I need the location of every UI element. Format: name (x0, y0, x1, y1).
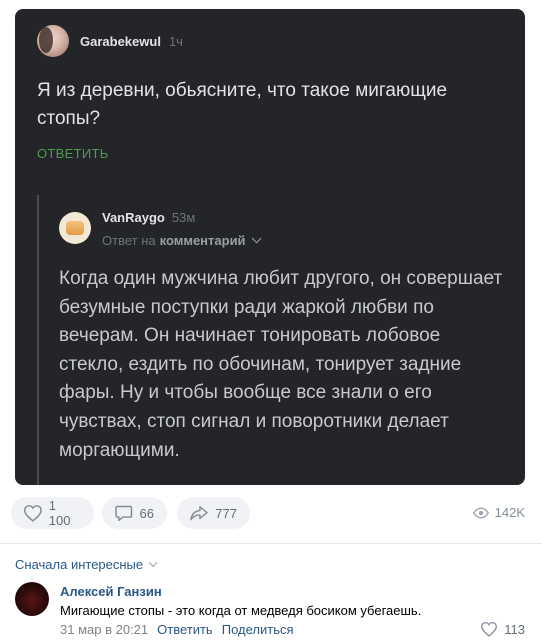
divider (0, 543, 542, 544)
chevron-down-icon (251, 233, 262, 244)
sort-label: Сначала интересные (15, 557, 144, 572)
comment-date[interactable]: 31 мар в 20:21 (60, 622, 148, 637)
question-text: Я из деревни, обьясните, что такое мигаю… (37, 80, 448, 129)
question-avatar (37, 25, 69, 57)
comment-button[interactable]: 66 (102, 497, 167, 529)
like-button[interactable]: 1 100 (11, 497, 94, 529)
views-count: 142K (494, 505, 525, 520)
reply-to-info: Ответ на комментарий (102, 233, 262, 248)
like-count: 1 100 (48, 498, 71, 528)
answer-avatar (59, 212, 91, 244)
reply-button: ОТВЕТИТЬ (37, 146, 109, 161)
answer-time: 53м (171, 210, 196, 225)
avatar[interactable] (15, 582, 49, 616)
answer-author: VanRaygo (102, 210, 165, 225)
views-counter: 142K (472, 505, 525, 520)
comment-like-count: 113 (504, 621, 525, 637)
reply-to-target: комментарий (159, 233, 246, 248)
embedded-screenshot: Garabekewul 1ч Я из деревни, обьясните, … (15, 9, 525, 485)
comments-sort-dropdown[interactable]: Сначала интересные (15, 557, 158, 572)
answer-header: VanRaygo 53м Ответ на комментарий (59, 210, 262, 248)
question-header: Garabekewul 1ч (37, 25, 183, 57)
question-time: 1ч (168, 33, 183, 49)
comment-text: Мигающие стопы - это когда от медведя бо… (60, 603, 422, 618)
heart-icon (481, 621, 498, 637)
question-author: Garabekewul (80, 33, 161, 49)
comment-reply-link[interactable]: Ответить (157, 622, 213, 637)
comment-share-link[interactable]: Поделиться (222, 622, 294, 637)
reply-to-prefix: Ответ на (102, 233, 156, 248)
eye-icon (472, 507, 489, 518)
heart-icon (23, 505, 42, 522)
thread-line (37, 195, 39, 485)
share-icon (190, 506, 208, 521)
share-count: 777 (215, 505, 237, 521)
comment-count: 66 (139, 505, 154, 521)
comment-author[interactable]: Алексей Ганзин (60, 584, 162, 599)
share-button[interactable]: 777 (177, 497, 250, 529)
comment-meta: 31 мар в 20:21 Ответить Поделиться (60, 622, 303, 637)
chevron-down-icon (149, 558, 158, 567)
comment-icon (115, 505, 133, 522)
comment-like-button[interactable]: 113 (480, 621, 525, 637)
answer-text: Когда один мужчина любит другого, он сов… (59, 268, 503, 461)
